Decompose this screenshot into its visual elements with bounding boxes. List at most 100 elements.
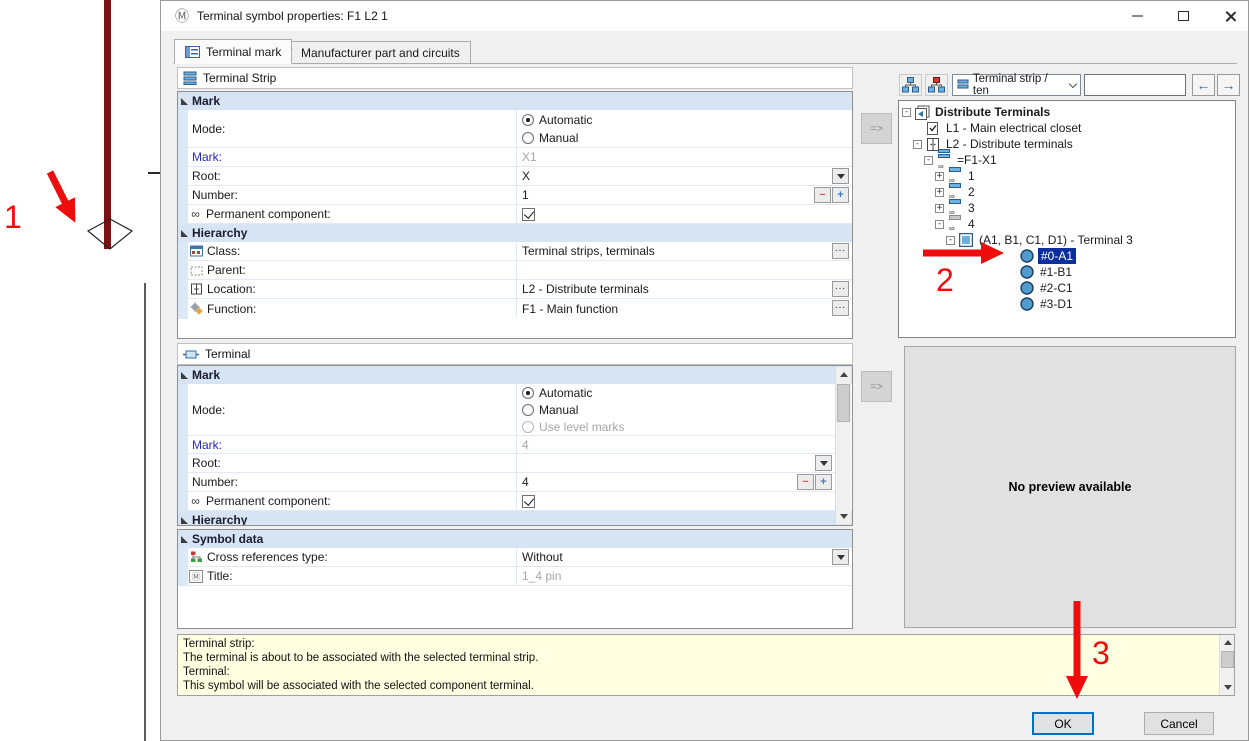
scroll-down-button[interactable]: [1220, 680, 1235, 695]
ok-button[interactable]: OK: [1032, 712, 1094, 735]
radio-option-automatic[interactable]: Automatic: [522, 384, 624, 401]
chevron-down-icon: [1069, 79, 1077, 87]
plus-icon: +: [837, 190, 843, 201]
increment-button[interactable]: +: [832, 187, 849, 203]
property-row-permanent-component: ∞ Permanent component:: [188, 492, 852, 511]
tree-view-blue-button[interactable]: [899, 74, 922, 96]
arrow-left-icon: ←: [1197, 77, 1211, 93]
group-header-hierarchy[interactable]: Hierarchy: [178, 511, 852, 526]
tab-label: Terminal mark: [206, 45, 281, 59]
vertical-scrollbar[interactable]: [835, 367, 851, 524]
radio-selected-icon[interactable]: [522, 114, 534, 126]
expander-open-icon[interactable]: -: [913, 140, 922, 149]
class-icon: [189, 245, 203, 258]
radio-option-automatic[interactable]: Automatic: [522, 111, 592, 129]
tree-item-label: 3: [966, 201, 977, 215]
field-label: Class:: [188, 242, 516, 260]
triangle-up-icon: [840, 372, 848, 377]
expander-open-icon[interactable]: -: [902, 108, 911, 117]
indent-strip: [178, 366, 188, 525]
tree-view-red-button[interactable]: [925, 74, 948, 96]
triangle-down-icon: [840, 514, 848, 519]
radio-option-manual[interactable]: Manual: [522, 401, 624, 418]
info-scrollbar[interactable]: [1219, 635, 1234, 695]
minimize-button[interactable]: [1115, 1, 1160, 31]
expander-closed-icon[interactable]: +: [935, 188, 944, 197]
field-label: Ⓜ Title:: [188, 567, 516, 585]
field-value[interactable]: X: [522, 169, 530, 183]
scrollbar-thumb[interactable]: [837, 384, 850, 422]
radio-selected-icon[interactable]: [522, 387, 534, 399]
scroll-up-button[interactable]: [836, 367, 851, 382]
browse-button[interactable]: ...: [832, 243, 849, 259]
field-value[interactable]: L2 - Distribute terminals: [522, 282, 649, 296]
tab-terminal-mark[interactable]: Terminal mark: [174, 39, 292, 64]
permanent-component-checkbox[interactable]: [522, 495, 535, 508]
decrement-button[interactable]: −: [797, 474, 814, 490]
dropdown-button[interactable]: [815, 455, 832, 471]
transfer-terminal-button[interactable]: =>: [861, 371, 892, 402]
dropdown-button[interactable]: [832, 168, 849, 184]
expander-open-icon[interactable]: -: [924, 156, 933, 165]
tree-item-terminal-4[interactable]: - ∞ 4: [899, 216, 1235, 232]
tree-item-l1[interactable]: L1 - Main electrical closet: [899, 120, 1235, 136]
location-icon: [189, 283, 203, 296]
browse-button[interactable]: ...: [832, 300, 849, 316]
dropdown-button[interactable]: [832, 549, 849, 565]
radio-option-manual[interactable]: Manual: [522, 129, 592, 147]
property-row-number: Number: 4 − +: [188, 473, 852, 492]
navigate-forward-button[interactable]: →: [1217, 74, 1240, 96]
expander-closed-icon[interactable]: +: [935, 172, 944, 181]
sheet-border-line: [144, 283, 146, 741]
field-value[interactable]: Without: [522, 550, 563, 564]
navigate-back-button[interactable]: ←: [1192, 74, 1215, 96]
tree-item-pin-2-c1[interactable]: #2-C1: [899, 280, 1235, 296]
scroll-up-button[interactable]: [1220, 635, 1235, 650]
tree-filter-combobox[interactable]: Terminal strip / ten: [952, 74, 1081, 96]
field-value[interactable]: Terminal strips, terminals: [522, 244, 655, 258]
increment-button[interactable]: +: [815, 474, 832, 490]
tree-item-pin-1-b1[interactable]: #1-B1: [899, 264, 1235, 280]
group-header-hierarchy[interactable]: Hierarchy: [178, 224, 852, 242]
field-value[interactable]: F1 - Main function: [522, 302, 618, 316]
ellipsis-icon: ...: [835, 282, 846, 292]
property-row-mode: Mode: Automatic Manual Use level marks: [188, 384, 852, 436]
group-header-mark[interactable]: Mark: [178, 366, 852, 384]
permanent-component-checkbox[interactable]: [522, 208, 535, 221]
browse-button[interactable]: ...: [832, 281, 849, 297]
tree-item-component-terminal-3[interactable]: - (A1, B1, C1, D1) - Terminal 3: [899, 232, 1235, 248]
collapse-triangle-icon: [181, 98, 188, 105]
expander-open-icon[interactable]: -: [935, 220, 944, 229]
field-label: ∞ Permanent component:: [188, 205, 516, 223]
close-button[interactable]: [1208, 1, 1249, 31]
tree-item-label: Distribute Terminals: [933, 105, 1052, 119]
radio-icon[interactable]: [522, 404, 534, 416]
group-header-symbol-data[interactable]: Symbol data: [178, 530, 852, 548]
scroll-down-button[interactable]: [836, 509, 851, 524]
section-title: Terminal: [205, 347, 250, 361]
expander-closed-icon[interactable]: +: [935, 204, 944, 213]
transfer-terminal-strip-button[interactable]: =>: [861, 113, 892, 144]
scrollbar-thumb[interactable]: [1221, 651, 1234, 668]
tree-search-input[interactable]: [1084, 74, 1186, 96]
field-value[interactable]: 1: [522, 188, 529, 202]
decrement-button[interactable]: −: [814, 187, 831, 203]
tree-item-distribute-terminals[interactable]: - Distribute Terminals: [899, 104, 1235, 120]
radio-icon[interactable]: [522, 132, 534, 144]
ellipsis-icon: ...: [835, 301, 846, 311]
cancel-button[interactable]: Cancel: [1144, 712, 1214, 735]
field-value[interactable]: 4: [522, 475, 529, 489]
tree-item-pin-3-d1[interactable]: #3-D1: [899, 296, 1235, 312]
tree-item-label: 1: [966, 169, 977, 183]
tab-manufacturer-part[interactable]: Manufacturer part and circuits: [269, 41, 471, 64]
property-row-number: Number: 1 − +: [188, 186, 852, 205]
expander-open-icon[interactable]: -: [946, 236, 955, 245]
group-header-mark[interactable]: Mark: [178, 92, 852, 110]
minus-icon: −: [802, 477, 808, 488]
terminal-icon: [183, 349, 199, 360]
tree-item-pin-0-a1[interactable]: #0-A1: [899, 248, 1235, 264]
radio-option-use-level-marks: Use level marks: [522, 418, 624, 435]
org-chart-blue-icon: [902, 77, 919, 93]
info-box: Terminal strip: The terminal is about to…: [177, 634, 1235, 696]
maximize-button[interactable]: [1161, 1, 1206, 31]
